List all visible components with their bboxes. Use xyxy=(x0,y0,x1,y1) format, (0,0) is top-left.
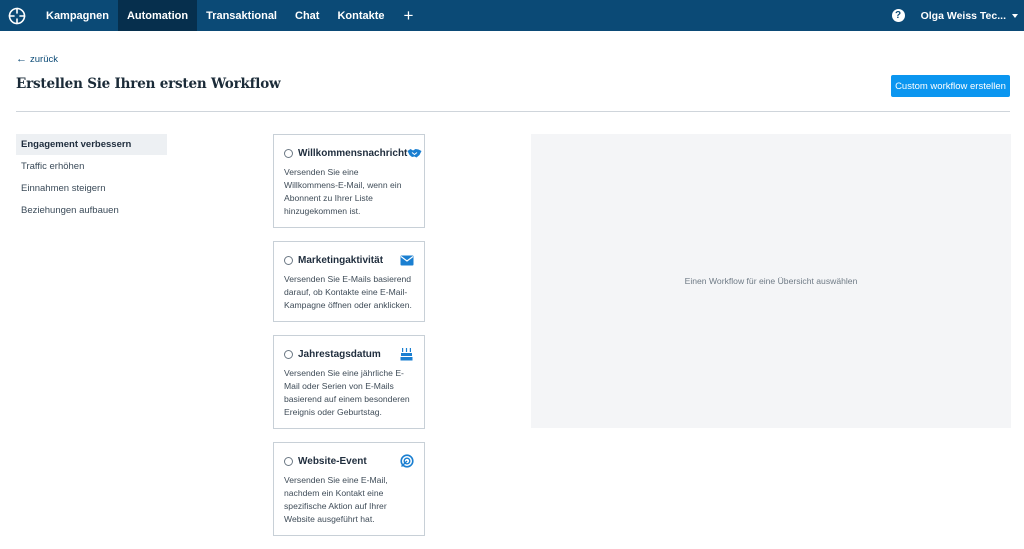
radio-button[interactable] xyxy=(284,148,293,158)
sidebar-item-traffic[interactable]: Traffic erhöhen xyxy=(16,156,167,177)
card-header: Jahrestagsdatum xyxy=(284,344,414,364)
nav-item-kampagnen[interactable]: Kampagnen xyxy=(37,0,118,31)
envelope-icon xyxy=(399,253,414,268)
nav-right-group: ? Olga Weiss Tec... xyxy=(891,0,1024,31)
card-description: Versenden Sie E-Mails basierend darauf, … xyxy=(284,274,412,310)
card-header: Marketingaktivität xyxy=(284,250,414,270)
chevron-down-icon xyxy=(1012,13,1018,18)
create-custom-workflow-button[interactable]: Custom workflow erstellen xyxy=(891,75,1010,97)
radio-button[interactable] xyxy=(284,349,293,359)
header-divider xyxy=(16,111,1010,112)
workflow-card-marketingaktivitaet[interactable]: Marketingaktivität Versenden Sie E-Mails… xyxy=(273,241,425,322)
nav-item-chat[interactable]: Chat xyxy=(286,0,328,31)
user-menu[interactable]: Olga Weiss Tec... xyxy=(921,10,1018,22)
workflow-card-website-event[interactable]: Website-Event Versenden Sie eine E-Mail,… xyxy=(273,442,425,536)
workflow-card-list: Willkommensnachricht Versenden Sie eine … xyxy=(273,134,425,549)
nav-item-transaktional[interactable]: Transaktional xyxy=(197,0,286,31)
card-title: Jahrestagsdatum xyxy=(298,348,381,360)
help-icon[interactable]: ? xyxy=(891,9,905,22)
handshake-icon xyxy=(407,146,422,161)
card-title: Marketingaktivität xyxy=(298,254,384,266)
page-title: Erstellen Sie Ihren ersten Workflow xyxy=(16,76,281,92)
radio-button[interactable] xyxy=(284,456,293,466)
card-description: Versenden Sie eine Willkommens-E-Mail, w… xyxy=(284,167,402,216)
preview-placeholder: Einen Workflow für eine Übersicht auswäh… xyxy=(684,276,858,286)
add-nav-button[interactable]: + xyxy=(394,0,424,31)
back-link[interactable]: ← zurück xyxy=(16,53,58,65)
user-name: Olga Weiss Tec... xyxy=(920,9,1006,22)
goal-sidebar: Engagement verbessern Traffic erhöhen Ei… xyxy=(16,134,167,222)
nav-item-automation[interactable]: Automation xyxy=(117,0,198,31)
brand-logo-icon[interactable] xyxy=(2,0,32,31)
card-description: Versenden Sie eine E-Mail, nachdem ein K… xyxy=(284,475,388,524)
back-link-label: zurück xyxy=(30,53,58,65)
workflow-card-willkommensnachricht[interactable]: Willkommensnachricht Versenden Sie eine … xyxy=(273,134,425,228)
top-navigation-bar: Kampagnen Automation Transaktional Chat … xyxy=(0,0,1024,31)
sidebar-item-beziehungen[interactable]: Beziehungen aufbauen xyxy=(16,200,167,221)
card-header: Willkommensnachricht xyxy=(284,143,422,163)
sidebar-item-einnahmen[interactable]: Einnahmen steigern xyxy=(16,178,167,199)
nav-item-kontakte[interactable]: Kontakte xyxy=(328,0,393,31)
radio-button[interactable] xyxy=(284,255,293,265)
sidebar-item-engagement[interactable]: Engagement verbessern xyxy=(16,134,167,155)
workflow-card-jahrestagsdatum[interactable]: Jahrestagsdatum Versenden Sie eine jährl… xyxy=(273,335,425,429)
cake-icon xyxy=(399,347,414,362)
card-description: Versenden Sie eine jährliche E-Mail oder… xyxy=(284,368,410,417)
card-title: Website-Event xyxy=(298,455,367,467)
card-header: Website-Event xyxy=(284,451,414,471)
card-title: Willkommensnachricht xyxy=(298,147,408,159)
workflow-preview-panel: Einen Workflow für eine Übersicht auswäh… xyxy=(531,134,1011,428)
target-icon xyxy=(399,454,414,469)
arrow-left-icon: ← xyxy=(16,53,27,65)
